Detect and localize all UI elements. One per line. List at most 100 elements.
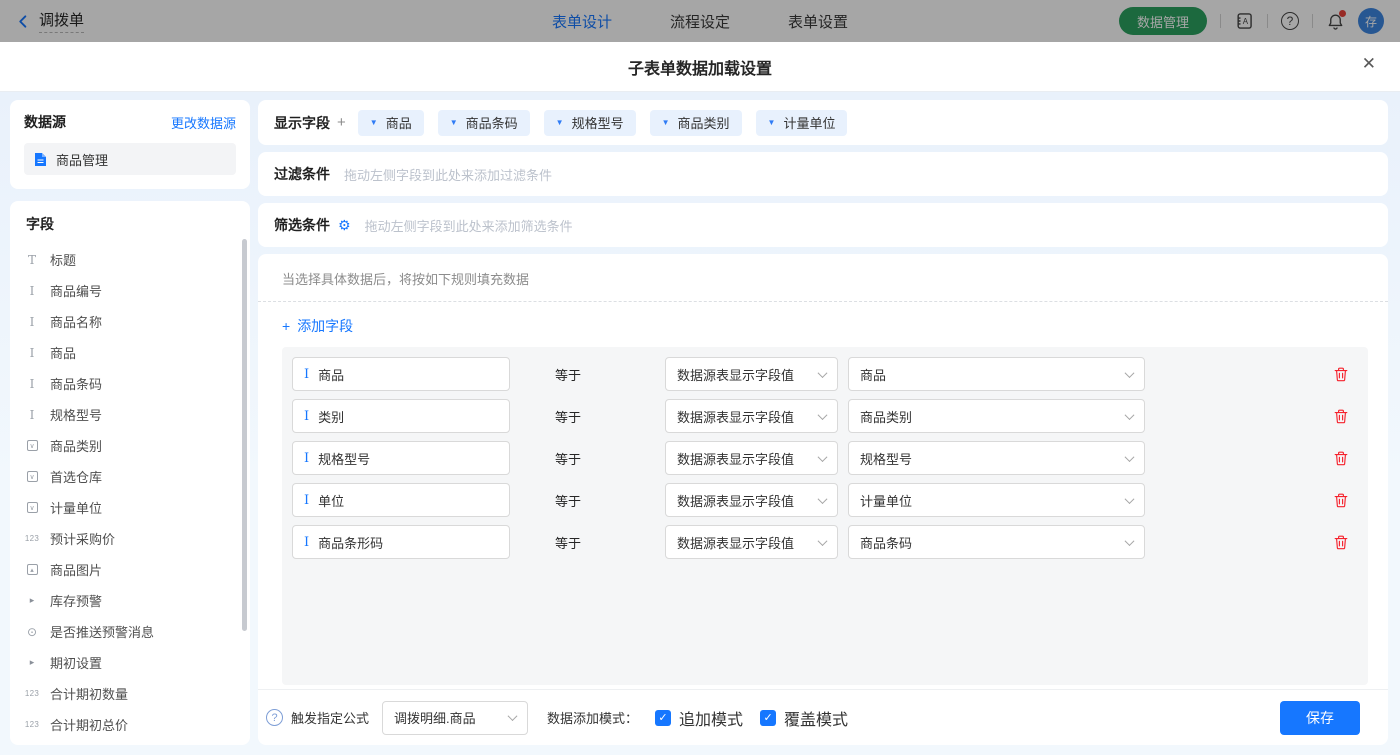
field-item-预计采购价[interactable]: 123 预计采购价 — [10, 523, 250, 554]
delete-row-icon[interactable] — [1334, 493, 1348, 508]
form-name[interactable]: 调拨单 — [39, 9, 85, 33]
rule-operator: 等于 — [555, 409, 582, 425]
help-icon[interactable]: ? — [1281, 12, 1299, 30]
contacts-icon[interactable]: A — [1234, 11, 1254, 31]
mode-checkbox-追加模式[interactable]: ✓ 追加模式 — [655, 706, 743, 730]
display-field-tag-规格型号[interactable]: ▼ 规格型号 — [543, 109, 636, 136]
select-field-icon: ∨ — [23, 502, 41, 513]
field-item-label: 商品名称 — [50, 315, 103, 330]
navbar-actions: 数据管理 A ? 存 — [1118, 7, 1384, 35]
rule-operator: 等于 — [555, 493, 582, 509]
chevron-down-icon — [507, 711, 518, 722]
bell-icon[interactable] — [1326, 9, 1346, 31]
display-field-tag-商品条码[interactable]: ▼ 商品条码 — [437, 109, 530, 136]
display-field-tag-商品类别[interactable]: ▼ 商品类别 — [649, 109, 742, 136]
field-item-首选仓库[interactable]: ∨ 首选仓库 — [10, 461, 250, 492]
rule-source-select[interactable]: 数据源表显示字段值 — [665, 357, 838, 391]
rule-value-select[interactable]: 计量单位 — [848, 483, 1145, 517]
mode-checkbox-覆盖模式[interactable]: ✓ 覆盖模式 — [760, 706, 848, 730]
field-item-合计期初数量[interactable]: 123 合计期初数量 — [10, 678, 250, 709]
radio-field-icon: ⊙ — [26, 624, 38, 639]
rule-source-select[interactable]: 数据源表显示字段值 — [665, 399, 838, 433]
display-field-tag-商品[interactable]: ▼ 商品 — [357, 109, 424, 136]
add-field-button[interactable]: + 添加字段 — [282, 316, 353, 336]
avatar[interactable]: 存 — [1358, 8, 1384, 34]
delete-row-icon[interactable] — [1334, 409, 1348, 424]
display-fields-label: 显示字段 — [274, 114, 330, 131]
tag-label: 商品类别 — [677, 116, 730, 131]
delete-row-icon[interactable] — [1334, 367, 1348, 382]
text-field-icon: I — [29, 376, 35, 391]
screen-condition-placeholder: 拖动左侧字段到此处来添加筛选条件 — [364, 218, 573, 234]
field-item-是否推送预警消息[interactable]: ⊙ 是否推送预警消息 — [10, 616, 250, 647]
rule-value-value: 规格型号 — [860, 451, 913, 467]
field-item-商品名称[interactable]: I 商品名称 — [10, 306, 250, 337]
display-field-tag-计量单位[interactable]: ▼ 计量单位 — [755, 109, 848, 136]
rule-field-input[interactable]: I 商品 — [292, 357, 510, 391]
field-item-标题[interactable]: T 标题 — [10, 244, 250, 275]
rule-value-select[interactable]: 规格型号 — [848, 441, 1145, 475]
rule-field-input[interactable]: I 商品条形码 — [292, 525, 510, 559]
save-button[interactable]: 保存 — [1280, 700, 1360, 735]
field-item-商品编号[interactable]: I 商品编号 — [10, 275, 250, 306]
rule-operator: 等于 — [555, 367, 582, 383]
data-add-mode-label: 数据添加模式： — [547, 711, 639, 726]
caret-down-icon: ▼ — [555, 118, 564, 127]
gear-icon[interactable]: ⚙ — [338, 218, 351, 232]
fields-scrollbar[interactable] — [242, 239, 247, 631]
rule-value-select[interactable]: 商品类别 — [848, 399, 1145, 433]
field-item-计量单位[interactable]: ∨ 计量单位 — [10, 492, 250, 523]
rule-source-select[interactable]: 数据源表显示字段值 — [665, 525, 838, 559]
field-item-规格型号[interactable]: I 规格型号 — [10, 399, 250, 430]
field-item-期初设置[interactable]: ▸ 期初设置 — [10, 647, 250, 678]
field-item-商品条码[interactable]: I 商品条码 — [10, 368, 250, 399]
rule-source-value: 数据源表显示字段值 — [677, 535, 795, 551]
back-button[interactable]: 调拨单 — [16, 9, 85, 33]
chevron-down-icon — [1124, 535, 1135, 546]
field-item-label: 标题 — [50, 253, 77, 268]
chevron-down-icon — [1124, 451, 1135, 462]
text-field-icon: I — [29, 314, 35, 329]
data-manage-button[interactable]: 数据管理 — [1118, 7, 1207, 35]
field-item-label: 首选仓库 — [50, 470, 103, 485]
field-item-库存预警[interactable]: ▸ 库存预警 — [10, 585, 250, 616]
notification-dot — [1339, 9, 1346, 17]
field-item-合计期初总价[interactable]: 123 合计期初总价 — [10, 709, 250, 740]
rule-field-input[interactable]: I 单位 — [292, 483, 510, 517]
change-datasource-link[interactable]: 更改数据源 — [171, 113, 236, 132]
document-icon — [35, 152, 46, 166]
help-circle-icon[interactable]: ? — [266, 709, 283, 726]
delete-row-icon[interactable] — [1334, 535, 1348, 550]
select-field-icon: ∨ — [23, 471, 41, 482]
tab-流程设定[interactable]: 流程设定 — [670, 11, 730, 32]
close-icon[interactable]: ✕ — [1362, 55, 1376, 72]
add-display-field-icon[interactable]: + — [337, 114, 346, 131]
datasource-item-label: 商品管理 — [56, 152, 109, 168]
rule-field-input[interactable]: I 规格型号 — [292, 441, 510, 475]
delete-row-icon[interactable] — [1334, 451, 1348, 466]
image-field-icon: ▴ — [23, 564, 41, 575]
field-item-商品图片[interactable]: ▴ 商品图片 — [10, 554, 250, 585]
title-field-icon: T — [27, 252, 36, 267]
select-field-icon: ∨ — [23, 440, 41, 451]
filter-condition-bar[interactable]: 过滤条件 拖动左侧字段到此处来添加过滤条件 — [258, 152, 1388, 196]
field-item-label: 商品图片 — [50, 563, 103, 578]
modal-content: 数据源 更改数据源 商品管理 字段 T 标题 I 商品编号 I 商品名称 I 商品 I 商品条码 I… — [0, 92, 1400, 755]
top-navbar: 调拨单 表单设计 流程设定 表单设置 数据管理 A ? 存 — [0, 0, 1400, 42]
rule-field-input[interactable]: I 类别 — [292, 399, 510, 433]
tab-表单设计[interactable]: 表单设计 — [552, 11, 612, 32]
text-field-icon: I — [304, 408, 310, 424]
svg-text:A: A — [1243, 17, 1249, 26]
rule-source-select[interactable]: 数据源表显示字段值 — [665, 441, 838, 475]
field-item-商品类别[interactable]: ∨ 商品类别 — [10, 430, 250, 461]
datasource-item[interactable]: 商品管理 — [24, 143, 236, 175]
field-item-商品[interactable]: I 商品 — [10, 337, 250, 368]
rule-value-select[interactable]: 商品 — [848, 357, 1145, 391]
text-field-icon: I — [304, 450, 310, 466]
trigger-formula-select[interactable]: 调拨明细.商品 — [382, 700, 529, 735]
tab-表单设置[interactable]: 表单设置 — [788, 11, 848, 32]
screen-condition-bar[interactable]: 筛选条件 ⚙ 拖动左侧字段到此处来添加筛选条件 — [258, 203, 1388, 247]
rule-source-select[interactable]: 数据源表显示字段值 — [665, 483, 838, 517]
rule-value-select[interactable]: 商品条码 — [848, 525, 1145, 559]
checkbox-icon: ✓ — [760, 709, 777, 726]
